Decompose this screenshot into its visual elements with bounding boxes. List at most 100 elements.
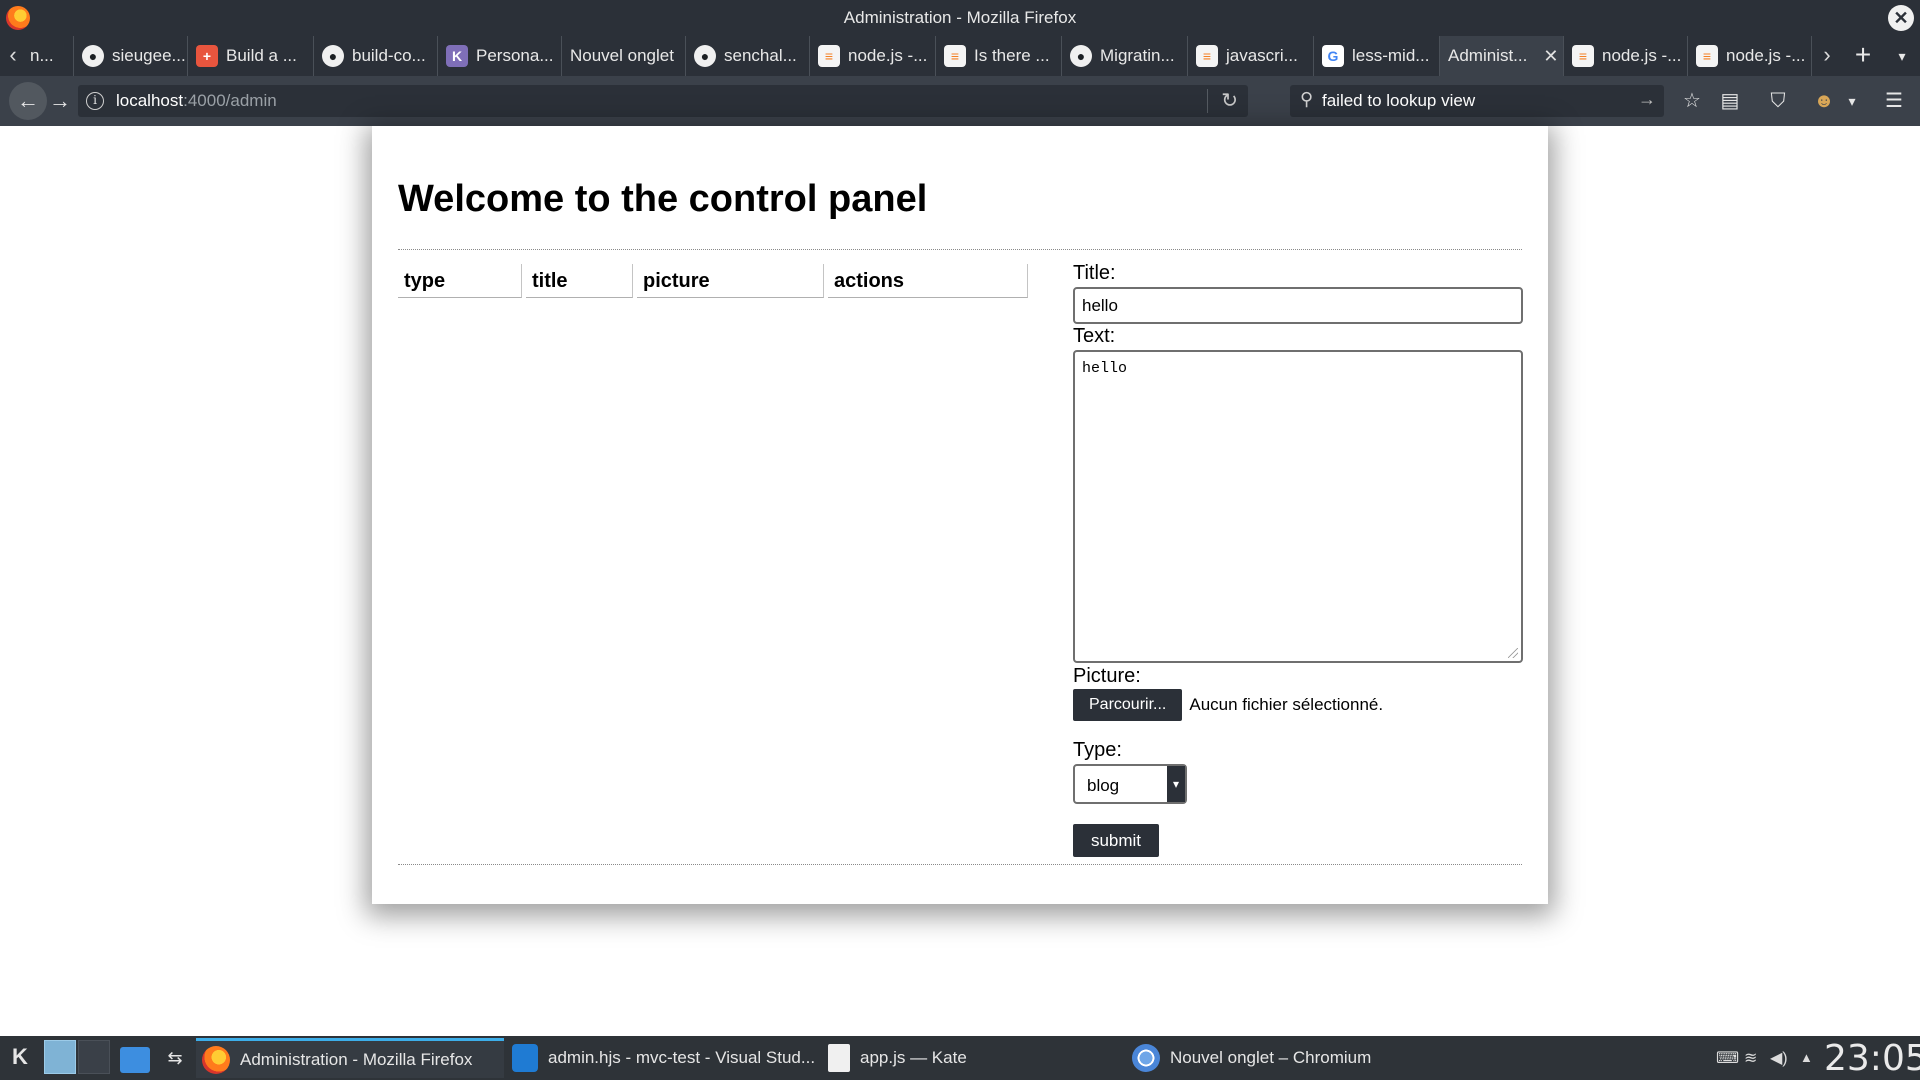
network-icon[interactable]: ≋ bbox=[1744, 1048, 1757, 1068]
tab-7[interactable]: ≡ node.js -... bbox=[810, 36, 936, 76]
post-form: Title: hello Text: hello Picture: Parcou… bbox=[1073, 262, 1525, 857]
stackoverflow-icon: ≡ bbox=[1696, 45, 1718, 67]
window-title: Administration - Mozilla Firefox bbox=[843, 8, 1077, 27]
file-manager-icon[interactable] bbox=[120, 1047, 150, 1073]
control-panel-container: Welcome to the control panel type title … bbox=[372, 126, 1548, 904]
task-label: admin.hjs - mvc-test - Visual Stud... bbox=[548, 1048, 816, 1067]
text-textarea[interactable]: hello bbox=[1073, 350, 1523, 663]
chevron-down-icon[interactable]: ▾ bbox=[1167, 766, 1185, 802]
clock[interactable]: 23:05 bbox=[1824, 1038, 1920, 1079]
task-label: Nouvel onglet – Chromium bbox=[1170, 1048, 1372, 1067]
tab-scroll-right-icon[interactable]: › bbox=[1814, 36, 1840, 76]
stackoverflow-icon: ≡ bbox=[1572, 45, 1594, 67]
task-label: Administration - Mozilla Firefox bbox=[240, 1049, 473, 1069]
tab-5[interactable]: Nouvel onglet bbox=[562, 36, 686, 76]
url-bar[interactable]: i localhost:4000/admin ↻ bbox=[78, 85, 1248, 117]
bookmark-star-icon[interactable]: ☆ bbox=[1676, 85, 1708, 117]
tab-close-icon[interactable]: ✕ bbox=[1543, 46, 1558, 67]
tab-9[interactable]: ● Migratin... bbox=[1062, 36, 1188, 76]
stackoverflow-icon: ≡ bbox=[944, 45, 966, 67]
hamburger-menu-icon[interactable]: ☰ bbox=[1878, 85, 1910, 117]
tab-6[interactable]: ● senchal... bbox=[686, 36, 810, 76]
tab-4[interactable]: K Persona... bbox=[438, 36, 562, 76]
tab-11[interactable]: G less-mid... bbox=[1314, 36, 1440, 76]
keyboard-icon[interactable]: ⌨ bbox=[1716, 1048, 1739, 1068]
tab-12-active[interactable]: Administ... ✕ bbox=[1440, 36, 1564, 76]
page-viewport: Welcome to the control panel type title … bbox=[0, 126, 1920, 1036]
volume-icon[interactable]: ◀) bbox=[1770, 1048, 1788, 1068]
firefox-icon bbox=[202, 1045, 230, 1074]
search-input[interactable]: failed to lookup view bbox=[1322, 91, 1475, 111]
tab-2[interactable]: + Build a ... bbox=[188, 36, 314, 76]
overflow-chevron-down-icon[interactable]: ▾ bbox=[1836, 85, 1868, 117]
tab-label: node.js -... bbox=[1726, 46, 1806, 65]
kate-icon bbox=[828, 1044, 850, 1072]
column-header-type: type bbox=[398, 264, 522, 298]
reload-icon[interactable]: ↻ bbox=[1221, 88, 1238, 113]
back-arrow-icon[interactable]: ← bbox=[9, 82, 47, 120]
type-select[interactable]: blog ▾ bbox=[1073, 764, 1187, 804]
tab-8[interactable]: ≡ Is there ... bbox=[936, 36, 1062, 76]
stackoverflow-icon: ≡ bbox=[1196, 45, 1218, 67]
window-close-button[interactable]: ✕ bbox=[1888, 5, 1914, 31]
taskbar: K ⇆ Administration - Mozilla Firefox adm… bbox=[0, 1036, 1920, 1080]
text-value: hello bbox=[1082, 360, 1128, 377]
tab-label: Nouvel onglet bbox=[570, 46, 674, 65]
picture-label: Picture: bbox=[1073, 665, 1141, 687]
google-icon: G bbox=[1322, 45, 1344, 67]
desktop-pager-2[interactable] bbox=[78, 1040, 110, 1074]
tab-14[interactable]: ≡ node.js -... bbox=[1688, 36, 1812, 76]
tab-10[interactable]: ≡ javascri... bbox=[1188, 36, 1314, 76]
tab-label: sieugee... bbox=[112, 46, 186, 65]
tab-label: Is there ... bbox=[974, 46, 1050, 65]
task-firefox[interactable]: Administration - Mozilla Firefox bbox=[196, 1038, 504, 1078]
plus-icon: + bbox=[196, 45, 218, 67]
vscode-icon bbox=[512, 1044, 538, 1072]
file-status-text: Aucun fichier sélectionné. bbox=[1189, 695, 1384, 714]
type-label: Type: bbox=[1073, 739, 1122, 761]
task-kate[interactable]: app.js — Kate bbox=[822, 1038, 1122, 1078]
tab-list-chevron-down-icon[interactable]: ▾ bbox=[1892, 36, 1912, 76]
chromium-icon bbox=[1132, 1044, 1160, 1072]
tab-label: node.js -... bbox=[848, 46, 928, 65]
terminal-icon[interactable]: ⇆ bbox=[160, 1044, 190, 1072]
url-text[interactable]: localhost:4000/admin bbox=[116, 91, 277, 111]
new-tab-plus-icon[interactable]: + bbox=[1848, 36, 1878, 76]
picture-file-input: Parcourir... Aucun fichier sélectionné. bbox=[1073, 689, 1525, 721]
task-vscode[interactable]: admin.hjs - mvc-test - Visual Stud... bbox=[506, 1038, 816, 1078]
task-chromium[interactable]: Nouvel onglet – Chromium bbox=[1126, 1038, 1434, 1078]
pocket-icon[interactable]: ⛉ bbox=[1762, 85, 1794, 117]
search-bar[interactable]: ⚲ failed to lookup view → bbox=[1290, 85, 1664, 117]
tab-label: Administ... bbox=[1448, 46, 1528, 65]
search-icon: ⚲ bbox=[1300, 89, 1314, 109]
search-go-arrow-icon[interactable]: → bbox=[1638, 89, 1656, 110]
tab-label: n... bbox=[30, 46, 54, 65]
task-label: app.js — Kate bbox=[860, 1048, 967, 1067]
tab-3[interactable]: ● build-co... bbox=[314, 36, 438, 76]
k-icon: K bbox=[446, 45, 468, 67]
navigation-toolbar: ← → i localhost:4000/admin ↻ ⚲ failed to… bbox=[0, 76, 1920, 126]
tray-expand-icon[interactable]: ▲ bbox=[1800, 1050, 1813, 1065]
tab-label: javascri... bbox=[1226, 46, 1298, 65]
tab-label: less-mid... bbox=[1352, 46, 1430, 65]
browse-button[interactable]: Parcourir... bbox=[1073, 689, 1183, 721]
title-label: Title: bbox=[1073, 262, 1116, 284]
resize-grip-icon[interactable] bbox=[1508, 648, 1518, 658]
tab-label: Build a ... bbox=[226, 46, 297, 65]
tab-13[interactable]: ≡ node.js -... bbox=[1564, 36, 1688, 76]
github-icon: ● bbox=[322, 45, 344, 67]
column-header-title: title bbox=[526, 264, 633, 298]
url-separator bbox=[1207, 89, 1208, 113]
tab-0[interactable]: n... bbox=[22, 36, 74, 76]
forward-arrow-icon[interactable]: → bbox=[44, 85, 76, 117]
submit-button[interactable]: submit bbox=[1073, 824, 1159, 857]
tab-1[interactable]: ● sieugee... bbox=[74, 36, 188, 76]
column-header-picture: picture bbox=[637, 264, 824, 298]
site-info-icon[interactable]: i bbox=[86, 92, 104, 110]
kde-launcher-icon[interactable]: K bbox=[6, 1044, 34, 1072]
title-input[interactable]: hello bbox=[1073, 287, 1523, 324]
library-icon[interactable]: ▤ bbox=[1714, 85, 1746, 117]
tab-strip: ‹ n... ● sieugee... + Build a ... ● buil… bbox=[0, 36, 1920, 76]
tab-label: node.js -... bbox=[1602, 46, 1682, 65]
desktop-pager-1[interactable] bbox=[44, 1040, 76, 1074]
